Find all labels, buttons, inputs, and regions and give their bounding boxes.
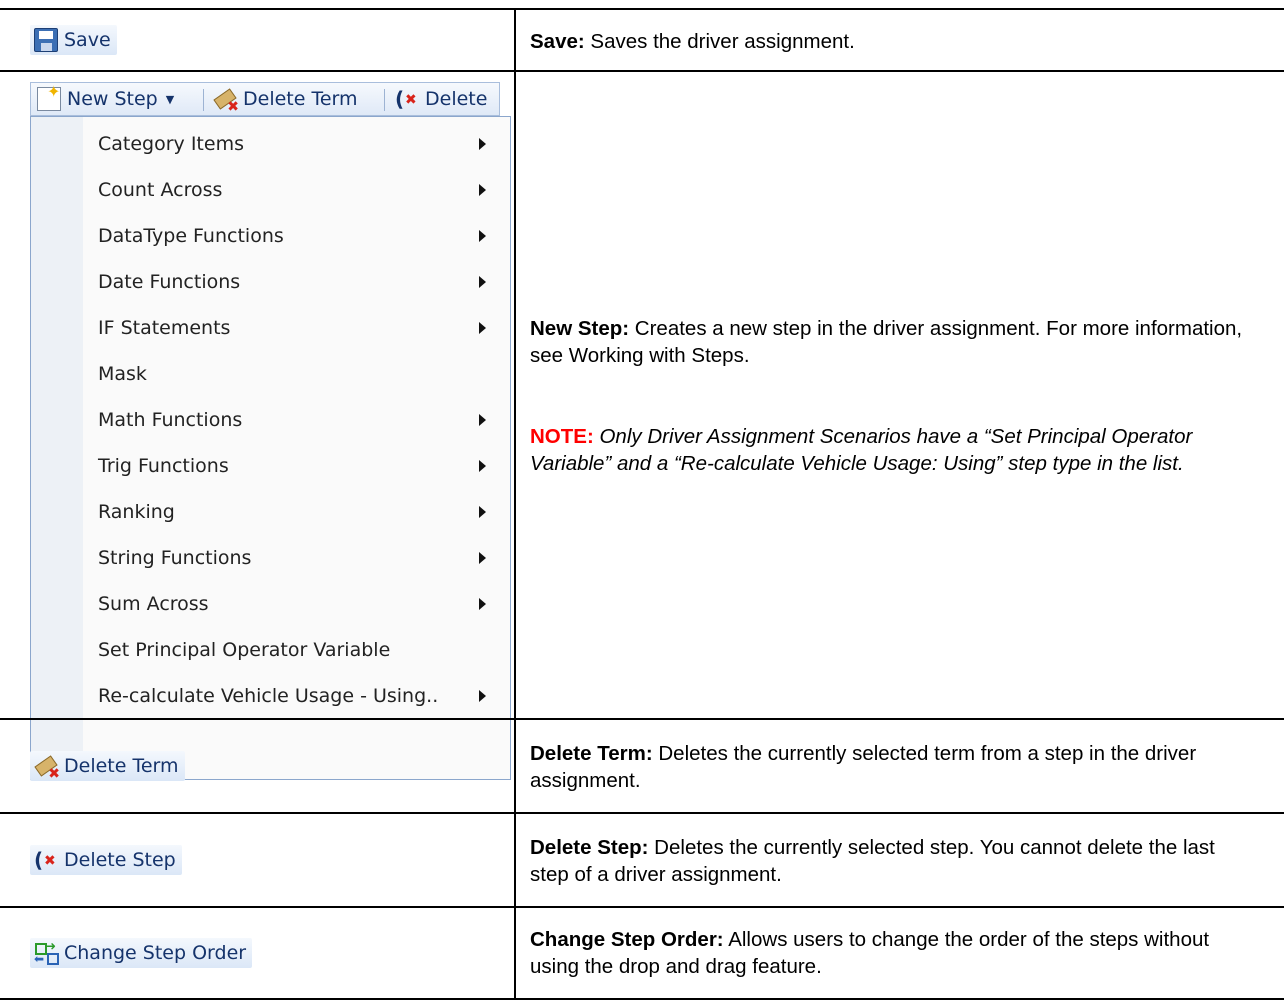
menu-item-label: Re-calculate Vehicle Usage - Using..: [98, 685, 439, 707]
delete-step-icon: (: [395, 87, 419, 111]
menu-item-label: Mask: [98, 363, 147, 385]
step-toolbar: New Step ▼ Delete Term ( Delete: [30, 82, 500, 116]
menu-item-label: Sum Across: [98, 593, 209, 615]
toolbar-separator: [203, 89, 204, 111]
left-cell: Delete Term: [0, 720, 514, 814]
left-cell: Save: [0, 10, 514, 72]
change-step-order-label: Change Step Order: [64, 942, 247, 964]
menu-item-label: Math Functions: [98, 409, 243, 431]
new-step-dropdown-menu: Category Items Count Across DataType Fun…: [30, 116, 511, 780]
delete-term-label: Delete Term: [64, 755, 179, 777]
menu-item-label: Count Across: [98, 179, 223, 201]
menu-item-datatype-functions[interactable]: DataType Functions: [83, 213, 510, 259]
menu-item-category-items[interactable]: Category Items: [83, 121, 510, 167]
menu-item-label: String Functions: [98, 547, 252, 569]
left-cell: ( Delete Step: [0, 814, 514, 908]
submenu-arrow-icon: [479, 138, 486, 150]
term-description: Saves the driver assignment.: [584, 29, 855, 53]
menu-item-count-across[interactable]: Count Across: [83, 167, 510, 213]
delete-step-button[interactable]: ( Delete Step: [30, 845, 182, 875]
chevron-down-icon: ▼: [165, 92, 175, 106]
note-label: NOTE:: [530, 425, 594, 448]
menu-item-ranking[interactable]: Ranking: [83, 489, 510, 535]
table-row-save: Save Save: Saves the driver assignment.: [0, 8, 1284, 72]
save-disk-icon: [34, 28, 58, 52]
new-step-icon: [37, 82, 61, 111]
menu-item-label: Set Principal Operator Variable: [98, 639, 391, 661]
save-label: Save: [64, 29, 111, 51]
note-text: Only Driver Assignment Scenarios have a …: [530, 425, 1193, 475]
menu-item-label: Ranking: [98, 501, 175, 523]
delete-term-label: Delete Term: [243, 88, 358, 110]
table-row-new-step: New Step ▼ Delete Term ( Delete Category…: [0, 70, 1284, 780]
delete-step-label: Delete Step: [64, 849, 176, 871]
submenu-arrow-icon: [479, 184, 486, 196]
menu-item-math-functions[interactable]: Math Functions: [83, 397, 510, 443]
delete-term-button[interactable]: Delete Term: [209, 84, 364, 115]
left-cell: ➜ ⬅ Change Step Order: [0, 908, 514, 998]
menu-item-set-principal-operator-variable[interactable]: Set Principal Operator Variable: [83, 627, 510, 673]
menu-item-label: Date Functions: [98, 271, 241, 293]
new-step-label: New Step: [67, 88, 158, 110]
menu-item-mask[interactable]: Mask: [83, 351, 510, 397]
description-cell: Delete Term: Deletes the currently selec…: [530, 720, 1254, 814]
delete-step-label: Delete: [425, 88, 488, 110]
menu-item-label: IF Statements: [98, 317, 231, 339]
term-label: Delete Step:: [530, 836, 649, 859]
submenu-arrow-icon: [479, 552, 486, 564]
menu-item-trig-functions[interactable]: Trig Functions: [83, 443, 510, 489]
toolbar-separator: [384, 89, 385, 111]
menu-item-string-functions[interactable]: String Functions: [83, 535, 510, 581]
menu-item-sum-across[interactable]: Sum Across: [83, 581, 510, 627]
submenu-arrow-icon: [479, 414, 486, 426]
submenu-arrow-icon: [479, 230, 486, 242]
table-row-change-step-order: ➜ ⬅ Change Step Order Change Step Order: …: [0, 906, 1284, 1000]
menu-item-label: DataType Functions: [98, 225, 284, 247]
menu-item-label: Trig Functions: [98, 455, 229, 477]
left-cell: New Step ▼ Delete Term ( Delete Category…: [0, 72, 514, 780]
delete-term-icon: [213, 87, 239, 115]
delete-term-button[interactable]: Delete Term: [30, 751, 185, 782]
term-label: Delete Term:: [530, 742, 653, 765]
change-step-order-button[interactable]: ➜ ⬅ Change Step Order: [30, 938, 253, 968]
term-description: Creates a new step in the driver assignm…: [530, 317, 1243, 367]
term-label: Change Step Order:: [530, 928, 724, 951]
save-button[interactable]: Save: [30, 25, 117, 55]
table-row-delete-step: ( Delete Step Delete Step: Deletes the c…: [0, 812, 1284, 908]
delete-term-icon: [34, 754, 60, 782]
term-label: Save:: [530, 29, 585, 53]
submenu-arrow-icon: [479, 598, 486, 610]
menu-icon-gutter: [31, 117, 83, 779]
submenu-arrow-icon: [479, 322, 486, 334]
submenu-arrow-icon: [479, 460, 486, 472]
menu-item-recalculate-vehicle-usage[interactable]: Re-calculate Vehicle Usage - Using..: [83, 673, 510, 719]
delete-step-icon: (: [34, 848, 58, 872]
delete-step-button[interactable]: ( Delete: [391, 84, 493, 114]
change-step-order-icon: ➜ ⬅: [34, 939, 59, 966]
term-label: New Step:: [530, 317, 630, 340]
column-divider: [514, 8, 516, 998]
submenu-arrow-icon: [479, 506, 486, 518]
menu-item-date-functions[interactable]: Date Functions: [83, 259, 510, 305]
description-cell: Change Step Order: Allows users to chang…: [530, 908, 1254, 998]
menu-item-if-statements[interactable]: IF Statements: [83, 305, 510, 351]
description-cell: Save: Saves the driver assignment.: [530, 10, 1254, 72]
submenu-arrow-icon: [479, 690, 486, 702]
new-step-button[interactable]: New Step ▼: [33, 82, 180, 114]
description-cell: New Step: Creates a new step in the driv…: [530, 72, 1254, 720]
description-cell: Delete Step: Deletes the currently selec…: [530, 814, 1254, 908]
submenu-arrow-icon: [479, 276, 486, 288]
menu-item-label: Category Items: [98, 133, 244, 155]
table-row-delete-term: Delete Term Delete Term: Deletes the cur…: [0, 718, 1284, 814]
